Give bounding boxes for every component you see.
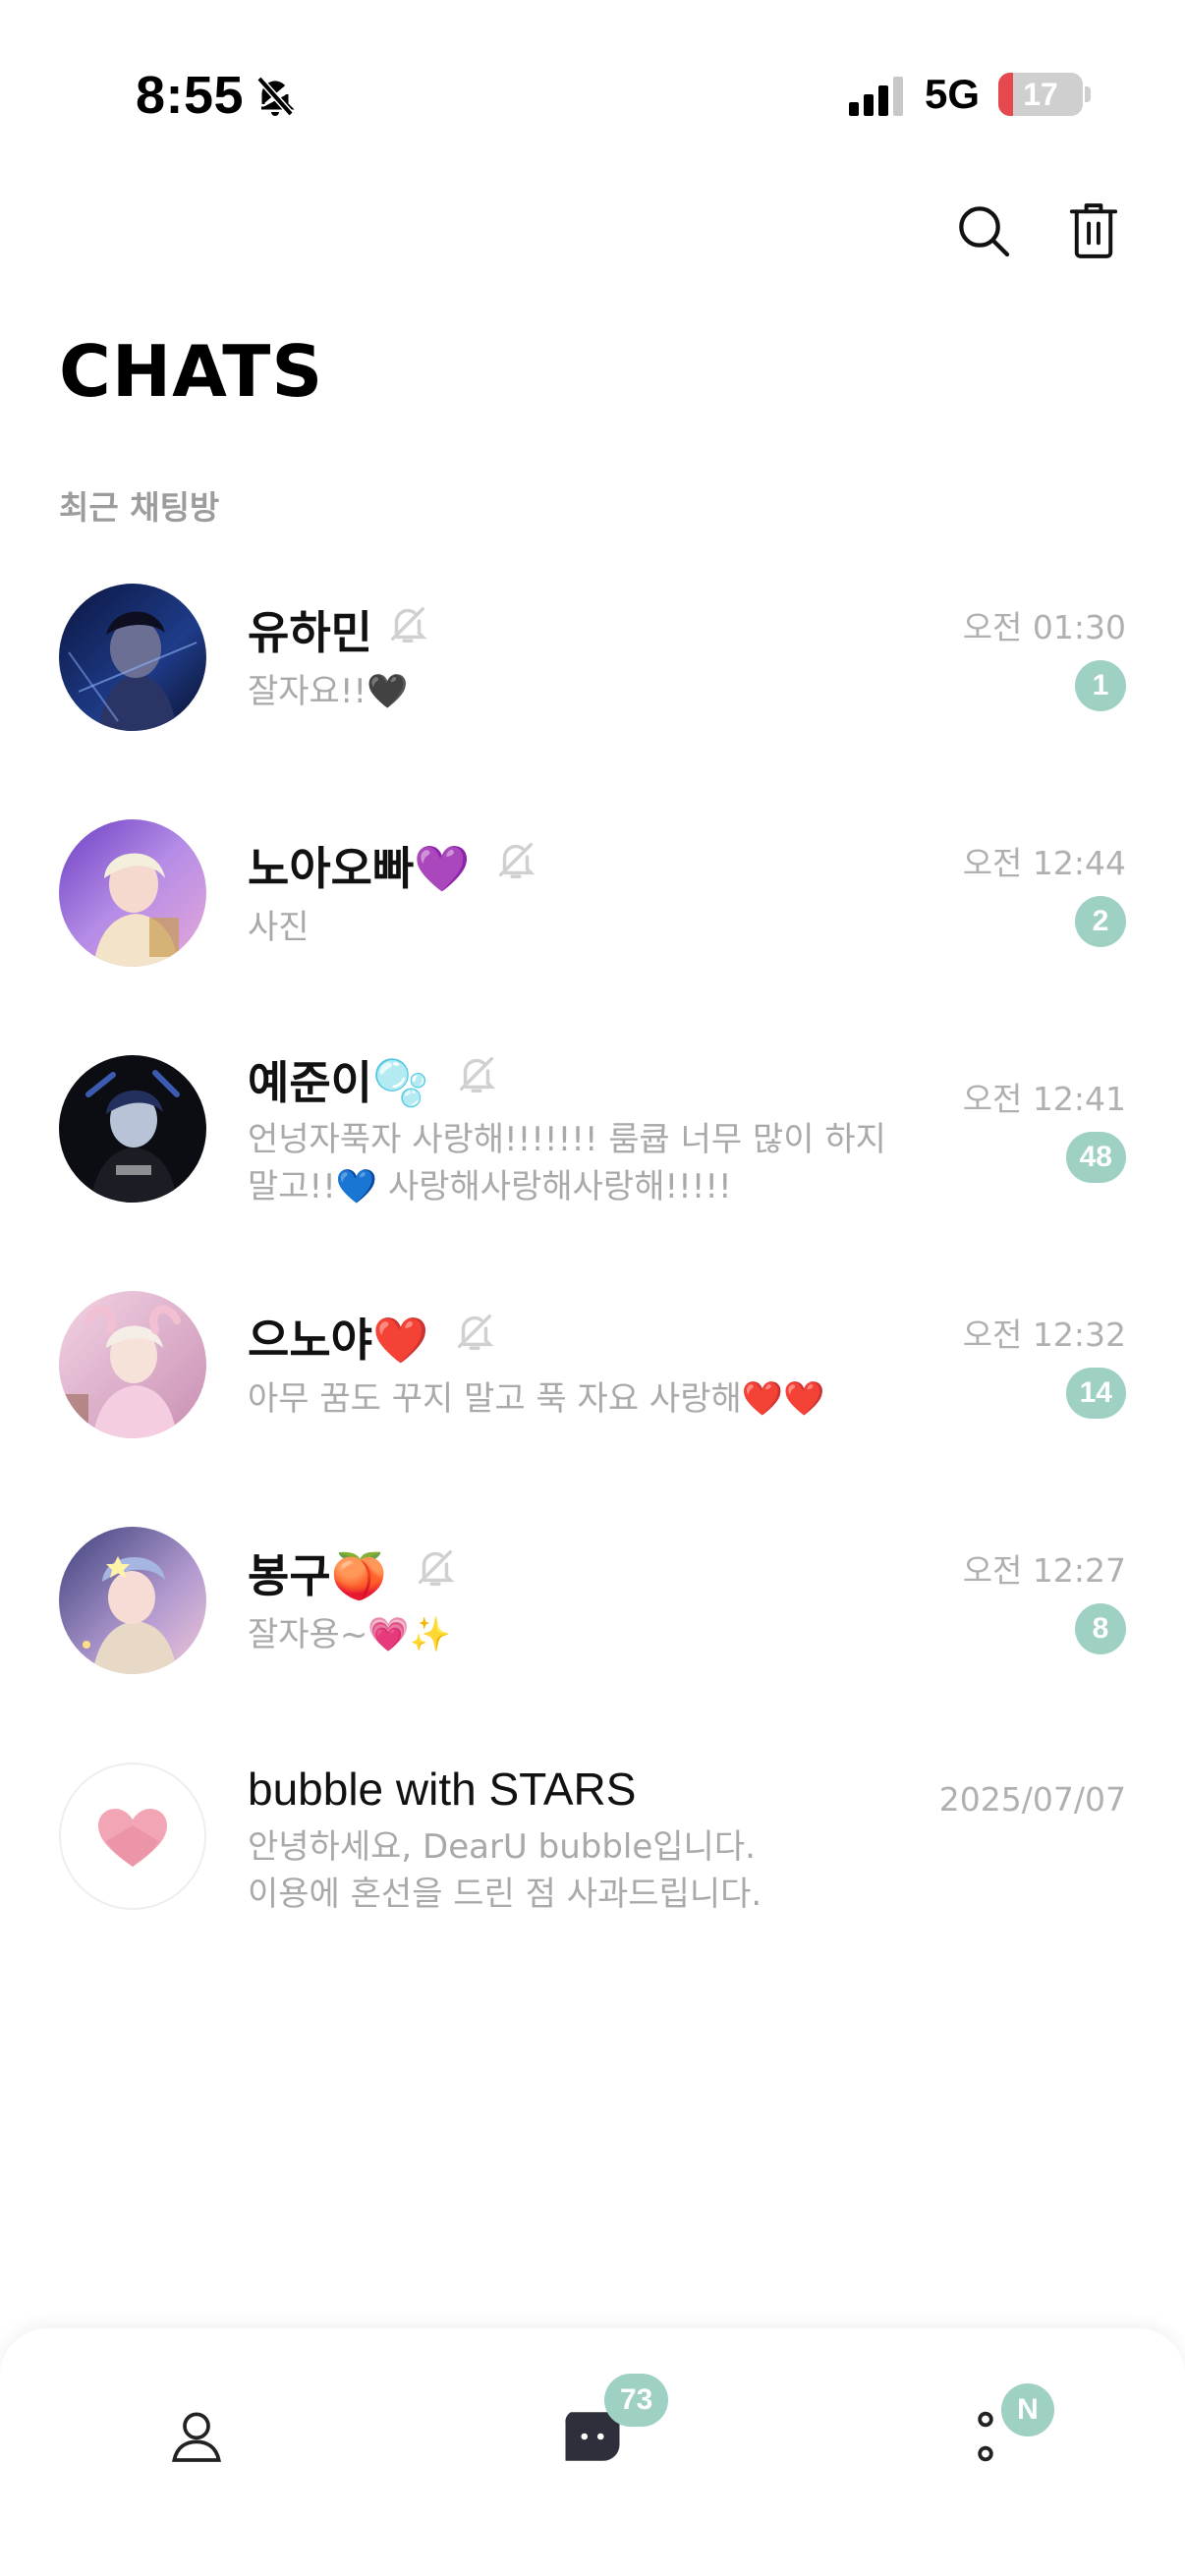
bell-off-icon xyxy=(256,76,295,117)
avatar xyxy=(59,819,206,967)
battery-level: 17 xyxy=(1023,77,1058,112)
network-type: 5G xyxy=(925,71,981,117)
battery-icon: 17 xyxy=(998,73,1083,116)
signal-icon xyxy=(849,77,903,116)
more-icon xyxy=(978,2411,993,2462)
delete-button[interactable] xyxy=(1059,196,1128,265)
chat-preview-line: 안녕하세요, DearU bubble입니다. xyxy=(248,1827,756,1867)
bell-off-icon xyxy=(390,606,427,643)
nav-more[interactable]: N xyxy=(927,2378,1054,2495)
unread-badge: 2 xyxy=(1075,896,1126,947)
chat-name: 유하민 xyxy=(248,606,372,659)
chat-time: 오전 01:30 xyxy=(962,608,1126,646)
chat-preview: 안녕하세요, DearU bubble입니다. 이용에 혼선을 드린 점 사과드… xyxy=(248,1823,935,1918)
section-label: 최근 채팅방 xyxy=(59,488,220,527)
avatar xyxy=(59,1055,206,1203)
avatar xyxy=(59,1763,206,1910)
chat-time: 오전 12:44 xyxy=(962,844,1126,882)
chat-preview-line: 이용에 혼선을 드린 점 사과드립니다. xyxy=(248,1875,762,1914)
page-title: CHATS xyxy=(59,330,324,413)
chat-name: 예준이🫧 xyxy=(248,1056,429,1109)
chats-badge: 73 xyxy=(604,2374,669,2427)
bell-off-icon xyxy=(418,1549,455,1586)
trash-icon xyxy=(1069,203,1118,258)
search-icon xyxy=(959,206,1010,257)
nav-profile[interactable] xyxy=(138,2378,255,2495)
bell-off-icon xyxy=(457,1314,494,1350)
chat-preview: 사진 xyxy=(248,908,310,947)
status-bar: 8:55 5G 17 xyxy=(0,0,1185,187)
status-time: 8:55 xyxy=(136,66,245,125)
bell-off-icon xyxy=(459,1056,496,1092)
chat-item[interactable]: 노아오빠💜 사진 오전 12:44 2 xyxy=(0,806,1185,1022)
unread-badge: 14 xyxy=(1065,1368,1126,1419)
chat-item[interactable]: 예준이🫧 언넝자푹자 사랑해!!!!!!! 룸큡 너무 많이 하지말고!!💙 사… xyxy=(0,1041,1185,1258)
bell-off-icon xyxy=(498,842,536,878)
chat-item[interactable]: 으노야❤️ 아무 꿈도 꾸지 말고 푹 자요 사랑해❤️❤️ 오전 12:32 … xyxy=(0,1277,1185,1493)
chat-preview: 아무 꿈도 꾸지 말고 푹 자요 사랑해❤️❤️ xyxy=(248,1379,825,1419)
chat-preview: 언넝자푹자 사랑해!!!!!!! 룸큡 너무 많이 하지말고!!💙 사랑해사랑해… xyxy=(248,1120,886,1206)
chat-item[interactable]: bubble with STARS 안녕하세요, DearU bubble입니다… xyxy=(0,1749,1185,1965)
chat-preview: 잘자요!!🖤 xyxy=(248,672,409,711)
avatar xyxy=(59,1527,206,1674)
chat-name: 으노야❤️ xyxy=(248,1314,429,1367)
avatar xyxy=(59,584,206,731)
chat-item[interactable]: 유하민 잘자요!!🖤 오전 01:30 1 xyxy=(0,570,1185,786)
nav-chats[interactable]: 73 xyxy=(534,2374,669,2495)
chat-item[interactable]: 봉구🍑 잘자용~💗✨ 오전 12:27 8 xyxy=(0,1513,1185,1729)
bottom-nav: 73 N xyxy=(0,2328,1185,2576)
profile-icon xyxy=(172,2412,221,2462)
unread-badge: 8 xyxy=(1075,1603,1126,1654)
battery-nub xyxy=(1085,86,1091,102)
chat-time: 오전 12:27 xyxy=(962,1551,1126,1590)
unread-badge: 1 xyxy=(1075,660,1126,711)
chat-time: 오전 12:32 xyxy=(962,1316,1126,1354)
chat-name: bubble with STARS xyxy=(248,1764,637,1815)
search-button[interactable] xyxy=(949,196,1018,265)
more-badge: N xyxy=(1001,2383,1054,2436)
chat-name: 봉구🍑 xyxy=(248,1549,387,1602)
unread-badge: 48 xyxy=(1065,1132,1126,1183)
avatar xyxy=(59,1291,206,1438)
chat-time: 오전 12:41 xyxy=(962,1080,1126,1118)
chat-preview: 잘자용~💗✨ xyxy=(248,1615,451,1654)
chat-time: 2025/07/07 xyxy=(938,1780,1126,1819)
chat-name: 노아오빠💜 xyxy=(248,842,471,895)
